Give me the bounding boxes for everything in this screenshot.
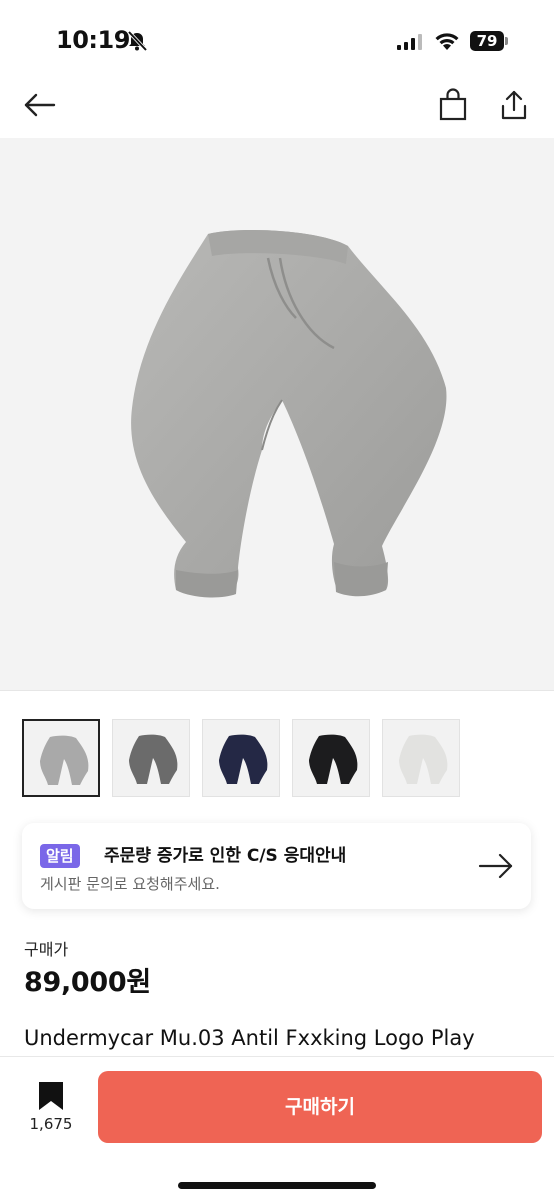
battery-level: 79 <box>470 31 504 51</box>
price-value: 89,000원 <box>24 967 151 998</box>
product-name: Undermycar Mu.03 Antil Fxxking Logo Play <box>24 1026 475 1050</box>
shopping-bag-icon[interactable] <box>436 88 470 122</box>
home-indicator <box>178 1182 376 1189</box>
thumbnail-image <box>129 734 178 784</box>
bookmark-count: 1,675 <box>29 1115 73 1133</box>
status-time: 10:19 <box>56 26 130 54</box>
bookmark-button[interactable]: 1,675 <box>24 1079 78 1139</box>
notice-badge: 알림 <box>40 844 80 868</box>
bell-muted-icon <box>127 30 148 52</box>
status-bar: 10:19 79 <box>0 0 554 80</box>
arrow-left-icon[interactable] <box>22 88 56 122</box>
price-label: 구매가 <box>24 940 69 959</box>
divider <box>0 690 554 691</box>
thumbnail-strip <box>22 719 460 797</box>
thumbnail-image <box>219 734 268 784</box>
battery-tip <box>505 37 508 45</box>
bottom-action-bar: 1,675 구매하기 <box>0 1056 554 1200</box>
thumbnail-image <box>309 734 358 784</box>
notice-subtitle: 게시판 문의로 요청해주세요. <box>40 875 220 893</box>
product-main-image[interactable] <box>0 138 554 690</box>
cellular-signal-icon <box>397 34 422 50</box>
thumbnail-charcoal[interactable] <box>112 719 190 797</box>
thumbnail-gray[interactable] <box>22 719 100 797</box>
sweatpants-image <box>131 230 447 598</box>
arrow-right-icon <box>478 853 513 879</box>
top-nav-bar <box>0 80 554 136</box>
bookmark-icon <box>39 1082 63 1110</box>
thumbnail-black[interactable] <box>292 719 370 797</box>
thumbnail-image <box>399 734 448 784</box>
thumbnail-image <box>40 735 89 785</box>
thumbnail-navy[interactable] <box>202 719 280 797</box>
notice-card[interactable]: 알림 주문량 증가로 인한 C/S 응대안내 게시판 문의로 요청해주세요. <box>22 823 531 909</box>
buy-button[interactable]: 구매하기 <box>98 1071 542 1143</box>
thumbnail-white[interactable] <box>382 719 460 797</box>
notice-title: 주문량 증가로 인한 C/S 응대안내 <box>104 846 347 866</box>
wifi-icon <box>435 33 459 50</box>
share-icon[interactable] <box>497 88 531 122</box>
